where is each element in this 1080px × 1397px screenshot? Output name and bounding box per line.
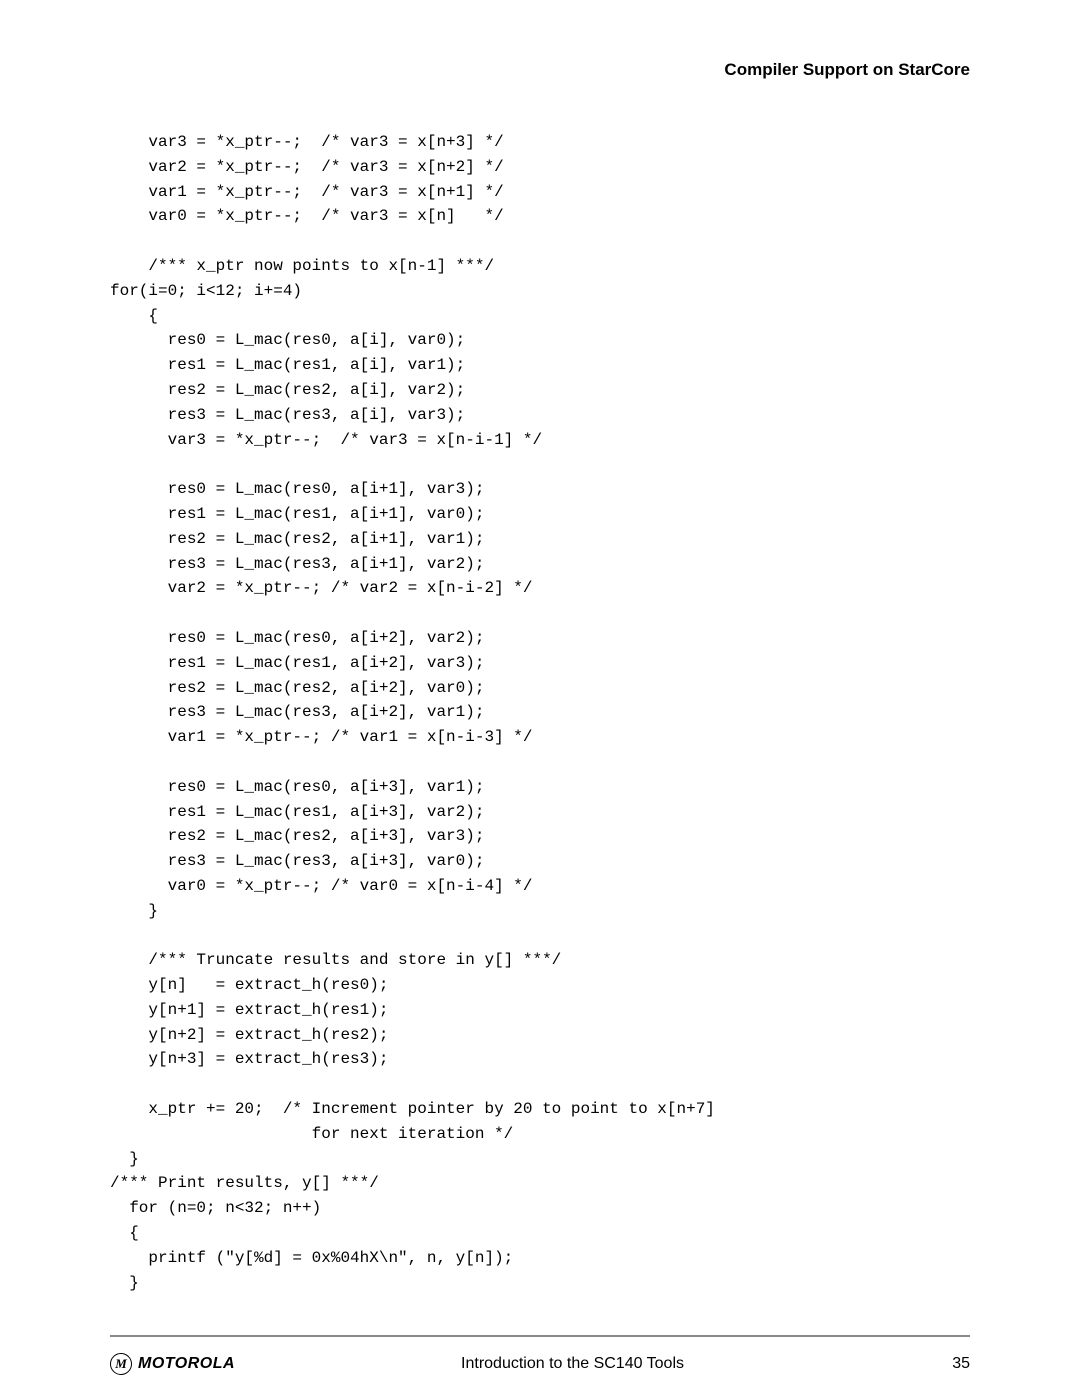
footer-brand: M MOTOROLA <box>110 1353 235 1375</box>
page-footer: M MOTOROLA Introduction to the SC140 Too… <box>110 1353 970 1375</box>
footer-title: Introduction to the SC140 Tools <box>235 1355 910 1373</box>
code-listing: var3 = *x_ptr--; /* var3 = x[n+3] */ var… <box>110 130 970 1295</box>
page-number: 35 <box>910 1355 970 1373</box>
section-header: Compiler Support on StarCore <box>110 60 970 80</box>
motorola-logo-icon: M <box>110 1353 132 1375</box>
brand-text: MOTOROLA <box>138 1355 235 1373</box>
footer-rule <box>110 1335 970 1337</box>
